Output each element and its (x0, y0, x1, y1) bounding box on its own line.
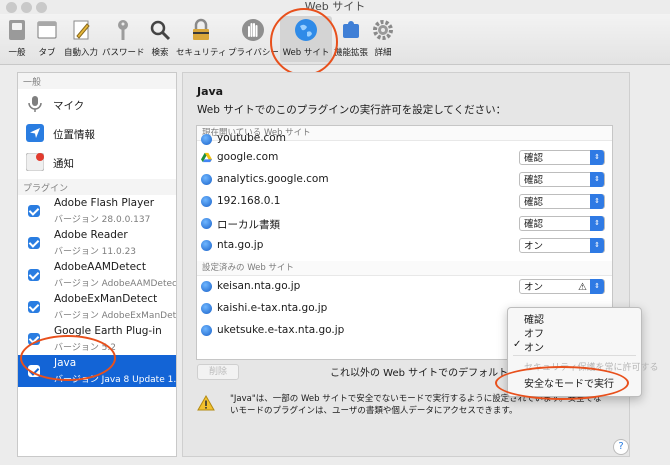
warning-icon: ⚠ (578, 282, 587, 293)
puzzle-icon (343, 21, 359, 38)
location-icon (26, 124, 44, 142)
google-drive-icon (201, 152, 212, 163)
site-row[interactable]: google.com 確認 ⇕ (197, 147, 612, 169)
site-row[interactable]: 192.168.0.1 確認 ⇕ (197, 191, 612, 213)
globe-icon (201, 174, 212, 185)
toolbar-search[interactable]: 検索 (146, 16, 174, 62)
sidebar-item-label: マイク (53, 100, 85, 112)
highlight-circle-safe-mode (495, 366, 629, 400)
plugin-enabled-checkbox[interactable] (28, 269, 40, 281)
toolbar-autofill[interactable]: 自動入力 (62, 16, 100, 62)
globe-icon (201, 281, 212, 292)
chevron-updown-icon: ⇕ (590, 194, 604, 209)
tabs-icon (37, 21, 57, 39)
permission-select[interactable]: オン ⚠ ⇕ (519, 279, 605, 294)
microphone-icon (28, 96, 42, 112)
chevron-updown-icon: ⇕ (590, 279, 604, 294)
highlight-circle-java (20, 335, 116, 381)
sidebar-item-microphone[interactable]: マイク (18, 89, 176, 118)
warning-icon (197, 395, 215, 411)
globe-icon (201, 218, 212, 229)
permission-select[interactable]: 確認 ⇕ (519, 194, 605, 209)
menu-separator (513, 355, 636, 356)
toolbar-tabs[interactable]: タブ (33, 16, 61, 62)
sidebar-item-label: 位置情報 (53, 129, 95, 141)
websites-sidebar: 一般 マイク 位置情報 通知 プラグイン Adobe Flash Player … (17, 72, 177, 457)
chevron-updown-icon: ⇕ (590, 150, 604, 165)
chevron-updown-icon: ⇕ (590, 216, 604, 231)
chevron-updown-icon: ⇕ (590, 238, 604, 253)
help-button[interactable]: ? (613, 439, 629, 455)
site-row[interactable]: ローカル書類 確認 ⇕ (197, 213, 612, 235)
switch-icon (9, 20, 25, 40)
toolbar-extensions[interactable]: 機能拡張 (334, 16, 368, 62)
site-row[interactable]: nta.go.jp オン ⇕ (197, 235, 612, 257)
toolbar-advanced[interactable]: 詳細 (370, 16, 396, 62)
plugin-item[interactable]: AdobeExManDetect バージョン AdobeExManDet... (18, 291, 176, 323)
plugin-enabled-checkbox[interactable] (28, 205, 40, 217)
permission-select[interactable]: 確認 ⇕ (519, 172, 605, 187)
gear-icon (373, 20, 393, 40)
permission-select[interactable]: 確認 ⇕ (519, 216, 605, 231)
instruction-text: Web サイトでのこのプラグインの実行許可を設定してください： (197, 104, 507, 116)
chevron-updown-icon: ⇕ (590, 172, 604, 187)
notification-icon (26, 153, 44, 171)
globe-icon (201, 325, 212, 336)
sidebar-item-location[interactable]: 位置情報 (18, 118, 176, 147)
site-row[interactable]: keisan.nta.go.jp オン ⚠ ⇕ (197, 276, 612, 298)
plugin-item[interactable]: Adobe Reader バージョン 11.0.23 (18, 227, 176, 259)
menu-item-on[interactable]: オン (524, 339, 544, 354)
sidebar-item-notifications[interactable]: 通知 (18, 147, 176, 176)
search-icon (150, 20, 171, 41)
configured-sites-header: 設定済みの Web サイト (197, 261, 612, 276)
toolbar-general[interactable]: 一般 (2, 16, 32, 62)
site-row[interactable]: analytics.google.com 確認 ⇕ (197, 169, 612, 191)
key-icon (118, 20, 128, 40)
globe-icon (201, 240, 212, 251)
plugin-enabled-checkbox[interactable] (28, 301, 40, 313)
toolbar-security[interactable]: セキュリティ (176, 16, 227, 62)
pencil-icon (73, 20, 90, 40)
plugin-title: Java (197, 85, 224, 98)
globe-icon (201, 134, 212, 145)
sidebar-general-header: 一般 (18, 73, 176, 89)
menu-item-ask[interactable]: 確認 (524, 311, 544, 326)
sidebar-item-label: 通知 (53, 158, 74, 170)
site-row[interactable]: youtube.com (197, 132, 612, 147)
plugin-item[interactable]: AdobeAAMDetect バージョン AdobeAAMDetect... (18, 259, 176, 291)
remove-button[interactable]: 削除 (197, 364, 239, 380)
permission-select[interactable]: オン ⇕ (519, 238, 605, 253)
highlight-circle-websites (270, 8, 338, 76)
plugin-enabled-checkbox[interactable] (28, 237, 40, 249)
permission-select[interactable]: 確認 ⇕ (519, 150, 605, 165)
globe-icon (201, 196, 212, 207)
plugin-item[interactable]: Adobe Flash Player バージョン 28.0.0.137 (18, 195, 176, 227)
lock-icon (193, 18, 209, 40)
checkmark-icon: ✓ (513, 339, 522, 350)
toolbar-passwords[interactable]: パスワード (102, 16, 145, 62)
hand-icon (242, 19, 264, 41)
globe-icon (201, 303, 212, 314)
menu-item-off[interactable]: オフ (524, 325, 544, 340)
sidebar-plugins-header: プラグイン (18, 179, 176, 195)
